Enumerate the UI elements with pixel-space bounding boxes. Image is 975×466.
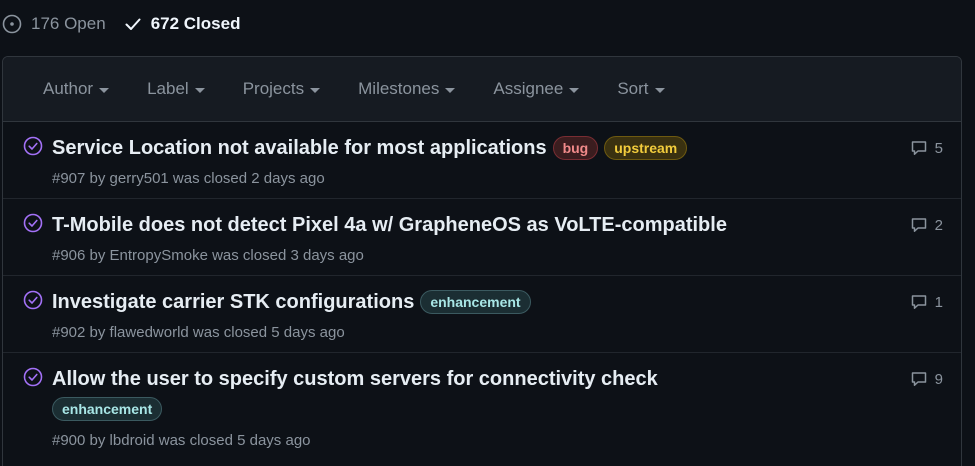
check-icon: [124, 15, 142, 33]
issue-state-toggle: 176 Open 672 Closed: [0, 0, 975, 48]
comments-link[interactable]: 2: [910, 216, 943, 234]
caret-down-icon: [310, 87, 321, 93]
label-bug[interactable]: bug: [552, 136, 599, 160]
issue-title-link[interactable]: Service Location not available for most …: [52, 134, 547, 162]
issue-closed-icon: [23, 136, 43, 161]
assignee-filter-label: Assignee: [493, 79, 564, 98]
comment-icon: [910, 216, 928, 234]
open-count-label: 176 Open: [31, 14, 106, 33]
caret-down-icon: [99, 87, 110, 93]
issue-meta: #900 by lbdroid was closed 5 days ago: [52, 432, 311, 449]
sort-filter-label: Sort: [617, 79, 649, 98]
open-issues-link[interactable]: 176 Open: [2, 14, 106, 34]
comments-count: 2: [934, 216, 943, 234]
issue-title-link[interactable]: Investigate carrier STK configurations: [52, 288, 414, 316]
comment-icon: [910, 370, 928, 388]
issue-row: Allow the user to specify custom servers…: [3, 353, 961, 463]
comment-icon: [910, 139, 928, 157]
comments-link[interactable]: 1: [910, 293, 943, 311]
label-filter-label: Label: [147, 79, 189, 98]
label-enhancement[interactable]: enhancement: [420, 290, 531, 314]
closed-count-label: 672 Closed: [150, 14, 241, 33]
label-enhancement[interactable]: enhancement: [52, 397, 163, 421]
issue-closed-icon: [23, 213, 43, 238]
author-filter-label: Author: [43, 79, 94, 98]
label-upstream[interactable]: upstream: [604, 136, 688, 160]
issue-closed-icon: [23, 367, 43, 392]
comments-count: 5: [934, 139, 943, 157]
sort-filter[interactable]: Sort: [617, 79, 665, 99]
label-filter[interactable]: Label: [147, 79, 205, 99]
comments-link[interactable]: 9: [910, 370, 943, 388]
issue-closed-icon: [23, 290, 43, 315]
issue-row: T-Mobile does not detect Pixel 4a w/ Gra…: [3, 199, 961, 276]
issue-opened-icon: [2, 14, 22, 34]
milestones-filter[interactable]: Milestones: [358, 79, 456, 99]
comments-count: 1: [934, 293, 943, 311]
issue-row: Investigate carrier STK configurations e…: [3, 276, 961, 353]
caret-down-icon: [194, 87, 205, 93]
issue-meta: #902 by flawedworld was closed 5 days ag…: [52, 324, 345, 341]
comment-icon: [910, 293, 928, 311]
issue-meta: #907 by gerry501 was closed 2 days ago: [52, 170, 325, 187]
milestones-filter-label: Milestones: [358, 79, 440, 98]
projects-filter[interactable]: Projects: [242, 79, 321, 99]
author-filter[interactable]: Author: [43, 79, 110, 99]
issue-title-link[interactable]: Allow the user to specify custom servers…: [52, 365, 658, 393]
comments-link[interactable]: 5: [910, 139, 943, 157]
issue-row: Service Location not available for most …: [3, 122, 961, 199]
comments-count: 9: [934, 370, 943, 388]
assignee-filter[interactable]: Assignee: [493, 79, 580, 99]
caret-down-icon: [445, 87, 456, 93]
issue-title-link[interactable]: T-Mobile does not detect Pixel 4a w/ Gra…: [52, 211, 727, 239]
projects-filter-label: Projects: [242, 79, 305, 98]
closed-issues-link[interactable]: 672 Closed: [124, 14, 241, 34]
issue-meta: #906 by EntropySmoke was closed 3 days a…: [52, 247, 364, 264]
caret-down-icon: [654, 87, 665, 93]
filter-bar: Author Label Projects Milestones Assigne…: [3, 57, 961, 122]
caret-down-icon: [569, 87, 580, 93]
issues-list: Author Label Projects Milestones Assigne…: [2, 56, 962, 466]
